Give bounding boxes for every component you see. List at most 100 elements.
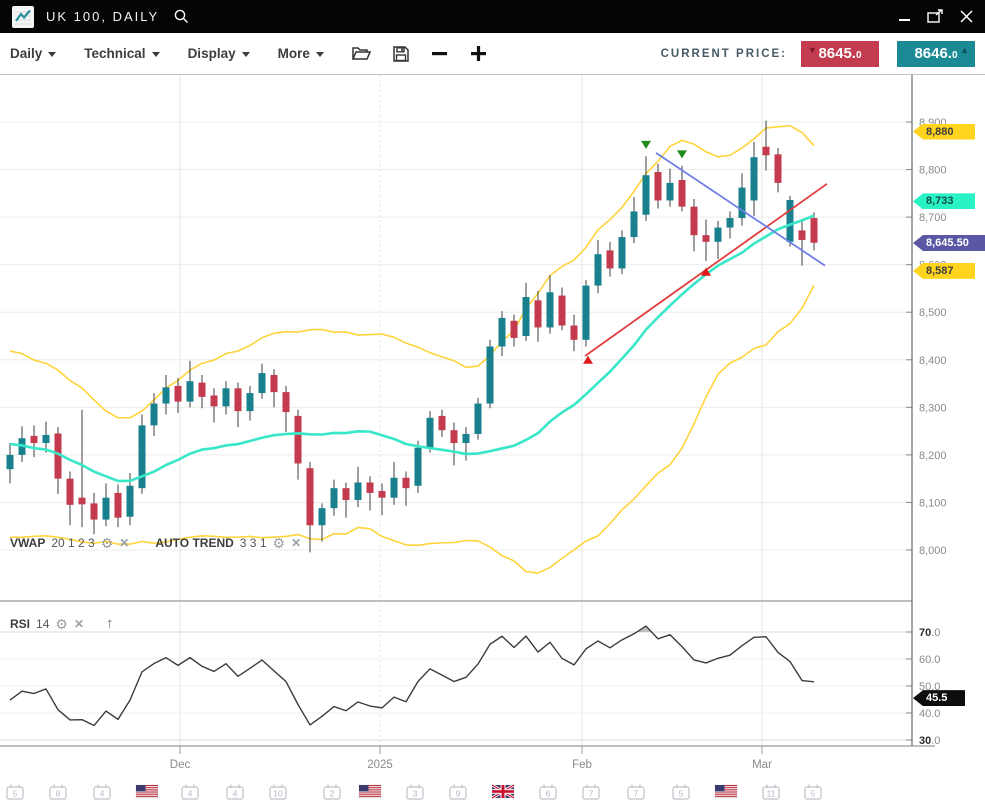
calendar-event-icon[interactable]: 5 [805, 785, 821, 800]
candle-body [427, 418, 434, 448]
calendar-event-icon[interactable]: 8 [50, 785, 66, 800]
candle-body [355, 482, 362, 500]
open-folder-icon[interactable] [352, 46, 371, 61]
vwap-lower-band-line [10, 285, 814, 573]
chevron-down-icon [48, 52, 56, 57]
candle-body [511, 321, 518, 338]
rsi-settings-gear-icon[interactable]: ⚙ [55, 617, 68, 631]
candle-body [151, 404, 158, 426]
rsi-remove-icon[interactable]: ✕ [74, 618, 84, 630]
trend-signal-down-triangle-icon [641, 141, 651, 149]
svg-text:5: 5 [679, 789, 684, 799]
candle-body [775, 154, 782, 183]
more-dropdown[interactable]: More [278, 46, 324, 61]
svg-text:4: 4 [100, 789, 105, 799]
svg-text:5: 5 [811, 789, 816, 799]
sell-price-button[interactable]: ▼ 8645.0 [801, 41, 879, 67]
close-icon[interactable] [960, 10, 973, 23]
calendar-event-icon[interactable]: 3 [407, 785, 423, 800]
candle-body [223, 388, 230, 406]
candle-body [439, 416, 446, 430]
minimize-icon[interactable] [898, 10, 911, 23]
vwap-remove-icon[interactable]: ✕ [119, 537, 129, 549]
candle-body [463, 434, 470, 443]
uk-flag-icon[interactable] [492, 785, 514, 798]
technical-dropdown[interactable]: Technical [84, 46, 159, 61]
move-pane-up-icon[interactable]: ↑ [106, 616, 114, 631]
more-dropdown-label: More [278, 46, 310, 61]
chart-canvas-area[interactable]: Dec2025FebMar8,9008,8008,7008,6008,5008,… [0, 75, 985, 805]
candle-body [379, 491, 386, 498]
current-price-badge: 8,645.50 [913, 235, 985, 251]
zoom-in-icon[interactable] [470, 45, 487, 62]
rsi-value-badge: 45.5 [913, 690, 965, 706]
candle-body [475, 404, 482, 434]
us-flag-icon[interactable] [359, 785, 381, 798]
calendar-event-icon[interactable]: 5 [7, 785, 23, 800]
auto-trend-settings-gear-icon[interactable]: ⚙ [273, 536, 286, 550]
price-tick-label: 8,100 [919, 497, 947, 509]
vwap-value-badge: 8,733 [913, 193, 975, 209]
rsi-tick-label: 70.0 [919, 627, 940, 639]
calendar-event-icon[interactable]: 4 [94, 785, 110, 800]
candle-body [175, 386, 182, 402]
candle-body [163, 387, 170, 403]
svg-text:8: 8 [56, 789, 61, 799]
candle-body [367, 482, 374, 492]
candle-body [307, 468, 314, 525]
rsi-indicator-params: 14 [36, 617, 49, 631]
candle-body [499, 318, 506, 347]
price-tick-label: 8,500 [919, 307, 947, 319]
vwap-settings-gear-icon[interactable]: ⚙ [101, 536, 114, 550]
us-flag-icon[interactable] [136, 785, 158, 798]
buy-price-button[interactable]: 8646.0 ▲ [897, 41, 975, 67]
candle-body [655, 172, 662, 201]
calendar-event-icon[interactable]: 5 [673, 785, 689, 800]
buy-price-decimal: 0 [952, 50, 958, 61]
rsi-tick-label: 30.0 [919, 735, 940, 747]
rsi-line [10, 626, 814, 725]
technical-dropdown-label: Technical [84, 46, 145, 61]
calendar-event-icon[interactable]: 4 [227, 785, 243, 800]
calendar-event-icon[interactable]: 4 [182, 785, 198, 800]
chevron-down-icon [316, 52, 324, 57]
candle-body [631, 211, 638, 237]
timeframe-dropdown[interactable]: Daily [10, 46, 56, 61]
display-dropdown[interactable]: Display [188, 46, 250, 61]
candle-body [799, 230, 806, 240]
svg-text:9: 9 [456, 789, 461, 799]
calendar-event-icon[interactable]: 7 [628, 785, 644, 800]
candle-body [715, 228, 722, 242]
auto-trend-remove-icon[interactable]: ✕ [291, 537, 301, 549]
price-up-arrow-icon: ▲ [960, 45, 969, 55]
candle-body [643, 175, 650, 214]
candle-body [679, 180, 686, 207]
calendar-event-icon[interactable]: 2 [324, 785, 340, 800]
svg-text:7: 7 [634, 789, 639, 799]
candle-body [103, 498, 110, 520]
zoom-out-icon[interactable] [431, 45, 448, 62]
month-label: Dec [170, 759, 191, 771]
candle-body [751, 157, 758, 200]
calendar-event-icon[interactable]: 10 [270, 785, 286, 800]
price-chart: Dec2025FebMar8,9008,8008,7008,6008,5008,… [0, 75, 985, 805]
us-flag-icon[interactable] [715, 785, 737, 798]
calendar-event-icon[interactable]: 6 [540, 785, 556, 800]
price-tick-label: 8,300 [919, 402, 947, 414]
calendar-event-icon[interactable]: 9 [450, 785, 466, 800]
svg-text:4: 4 [188, 789, 193, 799]
calendar-event-icon[interactable]: 7 [583, 785, 599, 800]
current-price-label: CURRENT PRICE: [661, 48, 787, 60]
svg-text:2: 2 [330, 789, 335, 799]
candle-body [727, 218, 734, 228]
rsi-tick-label: 40.0 [919, 708, 940, 720]
calendar-event-icon[interactable]: 11 [763, 785, 779, 800]
save-icon[interactable] [393, 46, 409, 62]
candle-body [235, 388, 242, 411]
timeframe-dropdown-label: Daily [10, 46, 42, 61]
search-icon[interactable] [173, 8, 190, 25]
popout-icon[interactable] [927, 9, 944, 24]
candle-body [211, 395, 218, 406]
rsi-indicator-label: RSI [10, 617, 30, 631]
candle-body [343, 488, 350, 500]
